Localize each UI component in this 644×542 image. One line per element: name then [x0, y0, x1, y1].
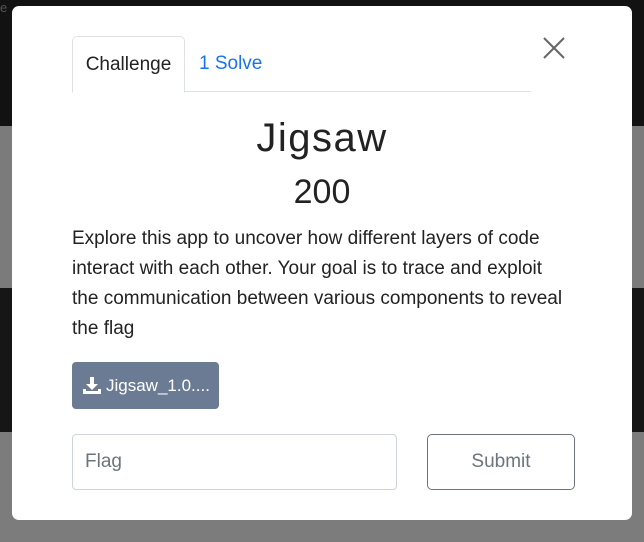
close-button[interactable]: [542, 36, 566, 60]
download-file-label: Jigsaw_1.0....: [106, 375, 210, 395]
background-text-fragment: e: [0, 0, 8, 15]
submit-button[interactable]: Submit: [427, 434, 575, 490]
challenge-points: 200: [293, 173, 351, 211]
download-file-button[interactable]: Jigsaw_1.0....: [72, 362, 219, 409]
challenge-modal: Challenge 1 Solve Jigsaw 200 Explore thi…: [12, 6, 632, 520]
download-icon: [82, 376, 102, 396]
modal-tabs: Challenge 1 Solve: [72, 36, 531, 93]
close-icon: [543, 37, 565, 59]
tab-challenge[interactable]: Challenge: [72, 36, 185, 93]
challenge-title: Jigsaw: [256, 116, 388, 160]
challenge-description: Explore this app to uncover how differen…: [72, 228, 563, 339]
flag-input[interactable]: [72, 434, 397, 490]
tab-solves[interactable]: 1 Solve: [199, 36, 262, 92]
